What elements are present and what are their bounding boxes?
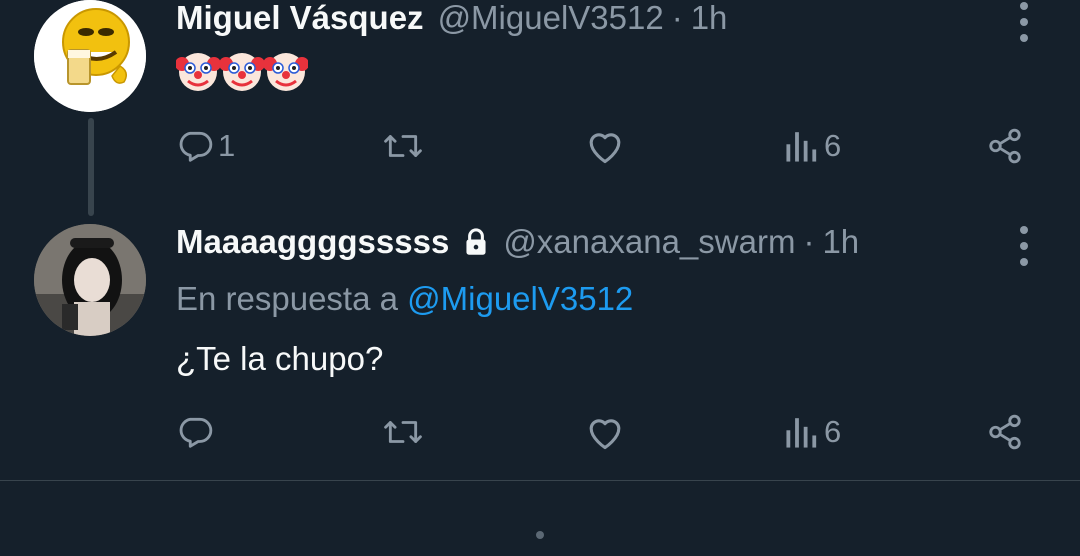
retweet-button[interactable] (382, 408, 428, 456)
reply-icon (179, 131, 213, 162)
tweet[interactable]: Maaaaggggsssss @xanaxana_swarm · 1h En r… (0, 222, 1080, 478)
dot-icon (1020, 18, 1028, 26)
share-icon (989, 128, 1021, 164)
divider (0, 480, 1080, 481)
reply-prefix: En respuesta a (176, 280, 398, 317)
reply-icon (179, 417, 213, 448)
thread-line (88, 118, 94, 216)
tweet-header: Maaaaggggsssss @xanaxana_swarm · 1h (176, 222, 859, 262)
reply-button[interactable]: 1 (176, 122, 235, 170)
share-button[interactable] (986, 408, 1024, 456)
share-button[interactable] (986, 122, 1024, 170)
clown-emoji-row (176, 53, 308, 91)
author-handle[interactable]: @xanaxana_swarm (503, 223, 795, 261)
more-options-button[interactable] (1016, 226, 1032, 266)
reply-button[interactable] (176, 408, 218, 456)
retweet-icon (384, 421, 422, 443)
views-button[interactable]: 6 (784, 408, 841, 456)
dot-icon (1020, 258, 1028, 266)
profile-photo (34, 224, 146, 336)
author-handle[interactable]: @MiguelV3512 (438, 0, 664, 37)
reply-count: 1 (218, 128, 236, 163)
timeline: Miguel Vásquez @MiguelV3512 · 1h 🤡 🤡 🤡 (0, 0, 1080, 556)
author-name[interactable]: Miguel Vásquez (176, 0, 424, 37)
views-button[interactable]: 6 (784, 122, 841, 170)
avatar[interactable] (34, 0, 146, 112)
views-count: 6 (824, 128, 842, 163)
retweet-button[interactable] (382, 122, 428, 170)
reply-context: En respuesta a @MiguelV3512 (176, 280, 633, 318)
share-icon (989, 414, 1021, 450)
tweet[interactable]: Miguel Vásquez @MiguelV3512 · 1h 🤡 🤡 🤡 (0, 0, 1080, 216)
timestamp[interactable]: 1h (691, 0, 728, 37)
views-count: 6 (824, 414, 842, 449)
views-icon (786, 418, 817, 448)
like-button[interactable] (584, 122, 630, 170)
dot-icon (1020, 34, 1028, 42)
dot-icon (1020, 226, 1028, 234)
tweet-content: 🤡 🤡 🤡 (176, 50, 308, 94)
avatar[interactable] (34, 224, 146, 336)
dot-icon (1020, 2, 1028, 10)
mention-link[interactable]: @MiguelV3512 (407, 280, 633, 317)
tweet-header: Miguel Vásquez @MiguelV3512 · 1h (176, 0, 727, 38)
more-options-button[interactable] (1016, 2, 1032, 42)
like-button[interactable] (584, 408, 630, 456)
retweet-icon (384, 135, 422, 157)
emoji-avatar-image (34, 0, 146, 112)
author-name[interactable]: Maaaaggggsssss (176, 223, 449, 261)
dot-icon (1020, 242, 1028, 250)
separator: · (803, 223, 815, 260)
heart-icon (589, 419, 621, 450)
loading-dot (536, 531, 544, 539)
heart-icon (589, 133, 621, 164)
views-icon (786, 132, 817, 162)
separator: · (671, 0, 683, 36)
timestamp[interactable]: 1h (822, 223, 859, 261)
lock-icon (466, 228, 486, 255)
tweet-text: ¿Te la chupo? (176, 340, 384, 377)
